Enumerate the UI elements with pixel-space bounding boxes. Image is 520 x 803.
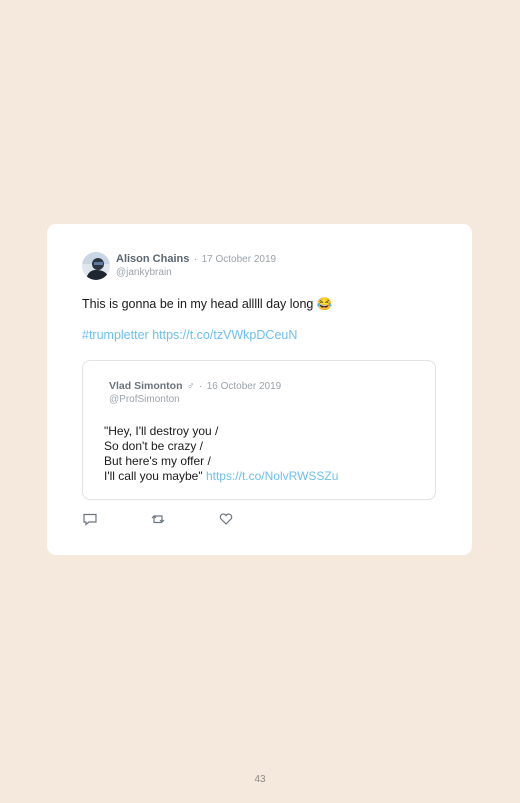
- author-name[interactable]: Alison Chains: [116, 253, 189, 265]
- tweet-text: This is gonna be in my head alllll day l…: [82, 297, 333, 311]
- quoted-author-name[interactable]: Vlad Simonton: [109, 380, 183, 392]
- quoted-url-link[interactable]: https://t.co/NolvRWSSZu: [206, 469, 339, 483]
- heart-icon[interactable]: [218, 511, 234, 527]
- quoted-tweet[interactable]: Vlad Simonton ♂ · 16 October 2019 @ProfS…: [82, 360, 436, 500]
- tweet-author-row: Alison Chains · 17 October 2019 @jankybr…: [82, 252, 276, 282]
- tweet-date[interactable]: 17 October 2019: [202, 254, 277, 265]
- quoted-line: "Hey, I'll destroy you /: [104, 424, 219, 438]
- quoted-author-handle[interactable]: @ProfSimonton: [109, 394, 281, 406]
- page-number: 43: [254, 774, 266, 785]
- author-avatar[interactable]: [82, 252, 110, 280]
- retweet-icon[interactable]: [150, 511, 166, 527]
- author-handle[interactable]: @jankybrain: [116, 267, 276, 279]
- tweet-card: Alison Chains · 17 October 2019 @jankybr…: [47, 224, 472, 555]
- meta-separator: ·: [193, 254, 198, 265]
- quoted-author-row: Vlad Simonton ♂ · 16 October 2019 @ProfS…: [109, 379, 281, 406]
- author-meta: Alison Chains · 17 October 2019 @jankybr…: [116, 252, 276, 279]
- reply-icon[interactable]: [82, 511, 98, 527]
- quoted-line: But here's my offer /: [104, 454, 211, 468]
- quoted-line: I'll call you maybe": [104, 469, 203, 483]
- quoted-tweet-date[interactable]: 16 October 2019: [207, 381, 282, 392]
- quoted-tweet-text: "Hey, I'll destroy you / So don't be cra…: [104, 424, 338, 484]
- tweet-url-link[interactable]: https://t.co/tzVWkpDCeuN: [152, 328, 297, 342]
- tweet-links: #trumpletter https://t.co/tzVWkpDCeuN: [82, 328, 297, 342]
- quoted-line-last: I'll call you maybe" https://t.co/NolvRW…: [104, 469, 338, 484]
- hashtag-link[interactable]: #trumpletter: [82, 328, 149, 342]
- quoted-line: So don't be crazy /: [104, 439, 204, 453]
- quoted-meta-separator: ·: [198, 381, 203, 392]
- male-symbol-icon: ♂: [186, 381, 195, 392]
